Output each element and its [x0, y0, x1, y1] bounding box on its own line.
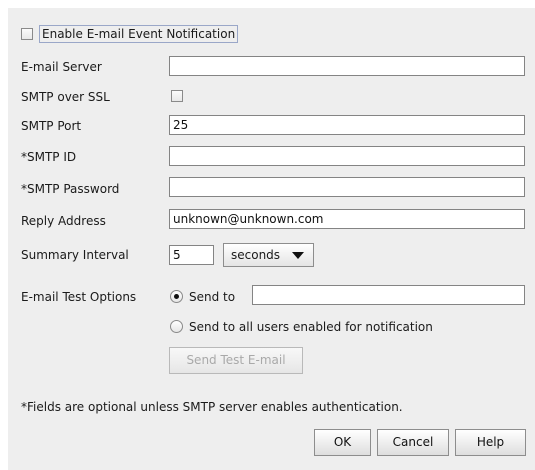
radio-selected-dot: [174, 294, 179, 299]
chevron-down-icon: [292, 252, 304, 259]
enable-notification-label[interactable]: Enable E-mail Event Notification: [39, 25, 239, 43]
smtp-password-input[interactable]: [169, 177, 525, 197]
smtp-ssl-checkbox[interactable]: [171, 90, 183, 102]
smtp-ssl-label: SMTP over SSL: [21, 90, 110, 104]
interval-unit-value: seconds: [231, 248, 281, 262]
optional-fields-note: *Fields are optional unless SMTP server …: [21, 400, 403, 414]
send-to-input[interactable]: [252, 285, 525, 305]
email-server-label: E-mail Server: [21, 60, 102, 74]
summary-interval-label: Summary Interval: [21, 248, 129, 262]
smtp-port-label: SMTP Port: [21, 119, 82, 133]
summary-interval-input[interactable]: 5: [169, 245, 214, 265]
reply-address-label: Reply Address: [21, 214, 106, 228]
test-options-label: E-mail Test Options: [21, 290, 137, 304]
send-to-label[interactable]: Send to: [189, 289, 235, 305]
smtp-password-label: *SMTP Password: [21, 182, 120, 196]
help-button[interactable]: Help: [455, 429, 526, 456]
send-to-radio[interactable]: [170, 290, 183, 303]
cancel-button[interactable]: Cancel: [377, 429, 449, 456]
smtp-id-label: *SMTP ID: [21, 150, 77, 164]
smtp-id-input[interactable]: [169, 146, 525, 166]
ok-button[interactable]: OK: [314, 429, 371, 456]
send-test-email-button[interactable]: Send Test E-mail: [169, 347, 303, 374]
send-all-label[interactable]: Send to all users enabled for notificati…: [189, 319, 433, 335]
email-server-input[interactable]: [169, 56, 525, 76]
send-all-radio[interactable]: [170, 320, 183, 333]
interval-unit-select[interactable]: seconds: [223, 243, 314, 267]
reply-address-input[interactable]: unknown@unknown.com: [169, 209, 525, 229]
smtp-port-input[interactable]: 25: [169, 115, 525, 135]
enable-notification-box[interactable]: [21, 28, 33, 40]
